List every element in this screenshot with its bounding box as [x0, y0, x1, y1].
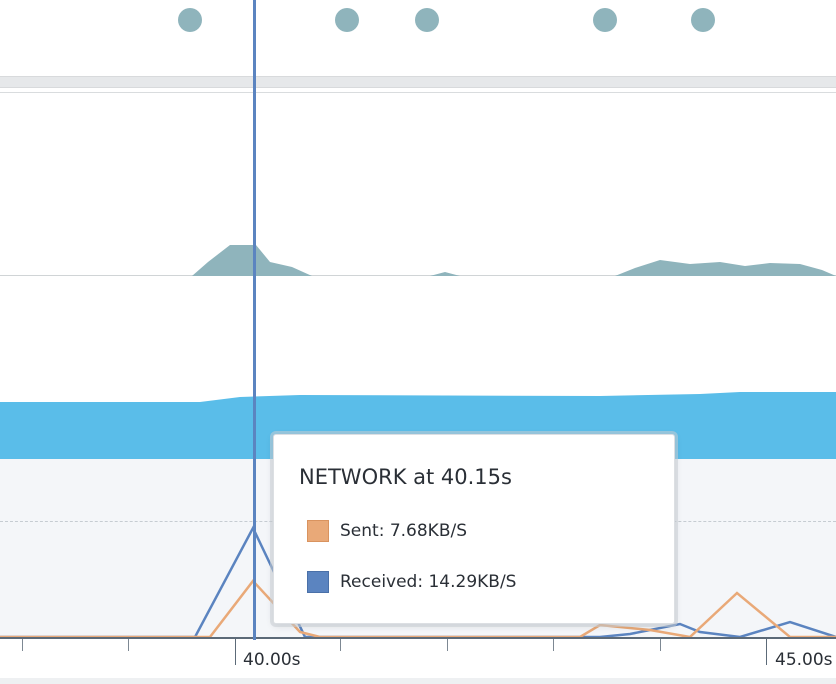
tooltip-title: NETWORK at 40.15s: [299, 465, 512, 489]
axis-tick: [553, 639, 554, 651]
axis-tick: [340, 639, 341, 651]
axis-tick: [660, 639, 661, 651]
legend-item-received: Received: 14.29KB/S: [307, 570, 516, 594]
sent-swatch-icon: [307, 520, 329, 542]
axis-tick-label: 45.00s: [775, 650, 833, 670]
timeline-cursor[interactable]: [253, 0, 256, 640]
axis-tick: [128, 639, 129, 651]
axis-tick-label: 40.00s: [243, 650, 301, 670]
time-axis: [0, 637, 836, 639]
axis-tick: [447, 639, 448, 651]
legend-item-sent: Sent: 7.68KB/S: [307, 519, 467, 543]
axis-tick: [22, 639, 23, 651]
axis-tick-major: [766, 639, 767, 665]
axis-tick-major: [235, 639, 236, 665]
axis-footer: [0, 678, 836, 684]
received-swatch-icon: [307, 571, 329, 593]
cpu-usage-area: [192, 245, 836, 276]
network-tooltip: NETWORK at 40.15s Sent: 7.68KB/S Receive…: [273, 434, 675, 624]
legend-label-received: Received: 14.29KB/S: [340, 572, 517, 592]
legend-label-sent: Sent: 7.68KB/S: [340, 521, 468, 541]
